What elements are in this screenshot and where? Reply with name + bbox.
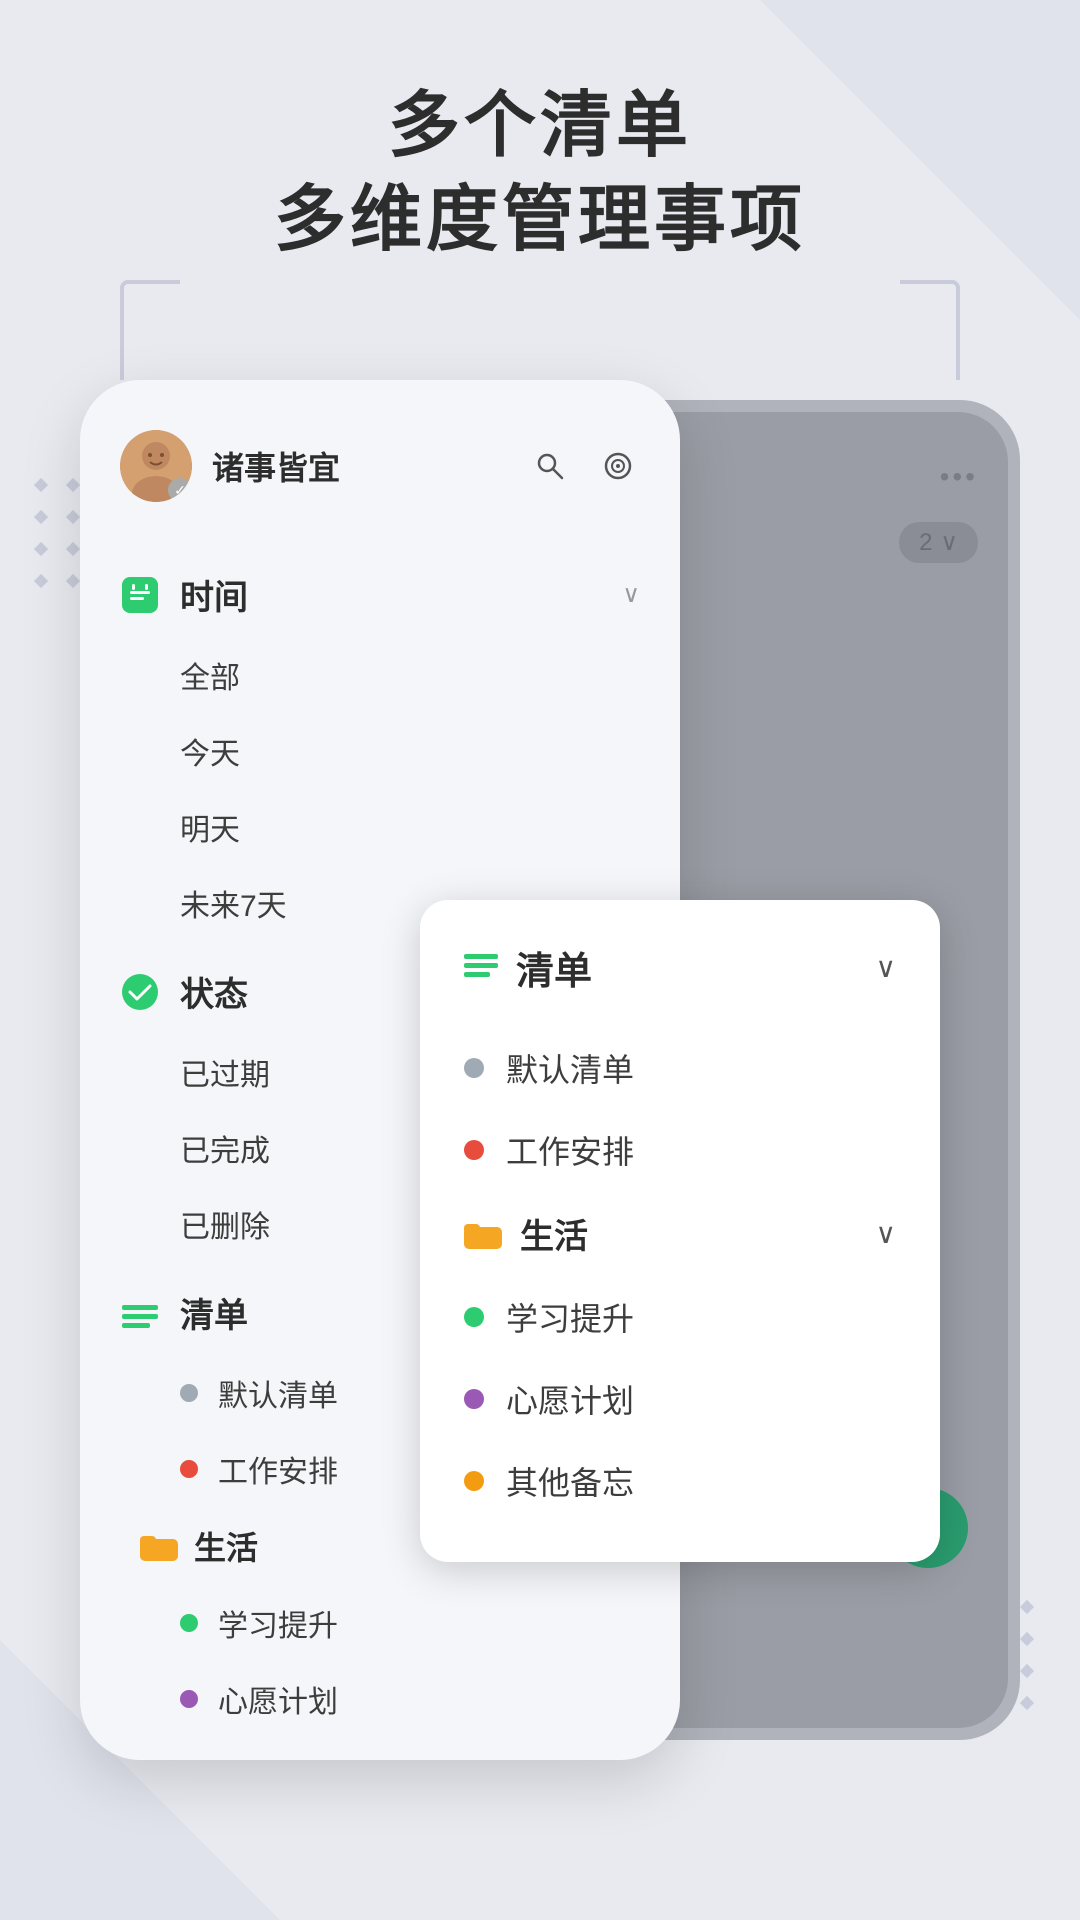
dot-notes-dropdown [464,1471,484,1491]
section-status-label: 状态 [180,967,248,1016]
section-time-label: 时间 [180,570,248,619]
deco-corner-tl [120,280,180,380]
search-icon[interactable] [528,444,572,488]
time-item-tomorrow[interactable]: 明天 [120,789,640,865]
section-time: 时间 ∨ 全部 今天 明天 未来7天 [120,552,640,941]
chevron-down-icon: ∨ [940,528,958,557]
folder-dropdown-icon [464,1219,502,1249]
dot-wish-dropdown [464,1389,484,1409]
list-item-wish[interactable]: 心愿计划 [120,1661,640,1737]
sidebar-user-header: ✓ 诸事皆宜 [120,430,640,502]
phone-container: ••• 2 ∨ + [80,380,1000,1860]
more-icon: ••• [940,461,978,493]
folder-icon [140,1531,178,1561]
header: 多个清单 多维度管理事项 [0,80,1080,267]
target-icon[interactable] [596,444,640,488]
section-list-label: 清单 [180,1288,248,1337]
dot-work [180,1460,198,1478]
time-icon [120,575,160,615]
time-chevron-icon: ∨ [622,580,640,609]
dot-work-dropdown [464,1140,484,1160]
dot-default-dropdown [464,1058,484,1078]
avatar: ✓ [120,430,192,502]
user-badge: ✓ [168,478,192,502]
user-info: ✓ 诸事皆宜 [120,430,340,502]
time-item-all[interactable]: 全部 [120,637,640,713]
page-title: 多个清单 多维度管理事项 [80,80,1000,267]
section-time-header[interactable]: 时间 ∨ [120,552,640,637]
list-item-study[interactable]: 学习提升 [120,1585,640,1661]
dropdown-header: 清单 ∨ [464,940,896,995]
dropdown-folder-life[interactable]: 生活 ∨ [464,1191,896,1276]
dropdown-item-notes[interactable]: 其他备忘 [464,1440,896,1522]
dot-study-dropdown [464,1307,484,1327]
time-item-today[interactable]: 今天 [120,713,640,789]
dropdown-item-default[interactable]: 默认清单 [464,1027,896,1109]
dot-default [180,1384,198,1402]
list-item-notes[interactable]: 其他备忘 [120,1737,640,1760]
dropdown-list-icon [464,948,498,987]
dropdown-item-work[interactable]: 工作安排 [464,1109,896,1191]
user-name: 诸事皆宜 [212,443,340,489]
list-icon [120,1293,160,1333]
dropdown-item-study[interactable]: 学习提升 [464,1276,896,1358]
dropdown-item-wish[interactable]: 心愿计划 [464,1358,896,1440]
dropdown-card: 清单 ∨ 默认清单 工作安排 生活 ∨ [420,900,940,1562]
folder-life-dropdown-chevron-icon: ∨ [876,1217,897,1250]
dot-study [180,1614,198,1632]
dropdown-chevron-icon[interactable]: ∨ [876,951,897,984]
status-icon [120,972,160,1012]
sidebar-action-icons [528,444,640,488]
dropdown-title: 清单 [516,940,592,995]
phone-back-badge: 2 ∨ [899,522,978,563]
dot-wish [180,1690,198,1708]
deco-corner-tr [900,280,960,380]
